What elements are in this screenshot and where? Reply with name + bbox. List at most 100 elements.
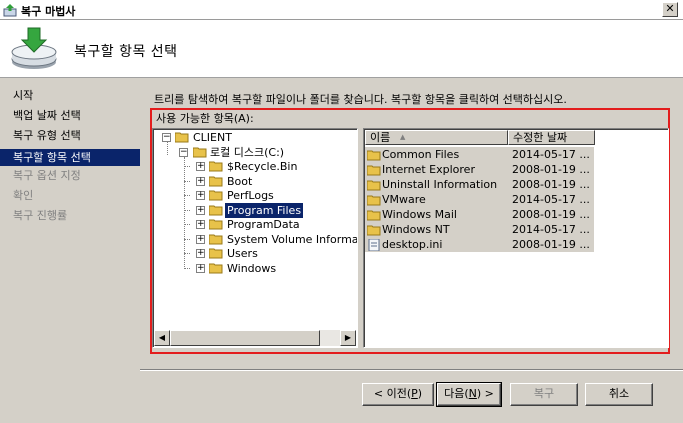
back-suffix: ): [417, 387, 423, 400]
title-bar: 복구 마법사 ✕: [0, 0, 683, 20]
column-header-date[interactable]: 수정한 날짜: [508, 130, 595, 145]
next-shortcut: N: [468, 387, 477, 400]
expand-icon[interactable]: +: [196, 264, 205, 273]
tree-label: Boot: [227, 175, 253, 188]
expand-icon[interactable]: +: [196, 177, 205, 186]
step-recovery-options: 복구 옵션 지정: [13, 169, 81, 182]
next-button[interactable]: 다음(N) >: [436, 382, 502, 407]
expand-icon[interactable]: +: [196, 235, 205, 244]
step-start: 시작: [13, 89, 34, 102]
scroll-left-button[interactable]: ◀: [154, 330, 170, 346]
step-confirmation: 확인: [13, 189, 34, 202]
folder-icon: [367, 195, 381, 206]
folder-icon: [209, 190, 223, 201]
tree-node-perflogs[interactable]: + PerfLogs: [153, 188, 357, 203]
folder-tree[interactable]: − CLIENT − 로컬 디스크(C:) + $Recycle.Bin + B…: [152, 128, 358, 348]
expand-icon[interactable]: +: [196, 220, 205, 229]
list-item[interactable]: Internet Explorer 2008-01-19 ...: [365, 162, 594, 177]
back-button[interactable]: < 이전(P): [362, 383, 434, 406]
column-header-name[interactable]: 이름 ▲: [365, 130, 508, 145]
tree-label: $Recycle.Bin: [227, 160, 298, 173]
expand-icon[interactable]: +: [196, 249, 205, 258]
tree-label: System Volume Informat: [227, 233, 358, 246]
tree-node-recycle-bin[interactable]: + $Recycle.Bin: [153, 159, 357, 174]
tree-node-programdata[interactable]: + ProgramData: [153, 217, 357, 232]
back-text: < 이전(: [373, 387, 412, 400]
item-name: Windows NT: [382, 223, 450, 236]
wizard-header: 복구할 항목 선택: [0, 20, 683, 78]
list-item[interactable]: VMware 2014-05-17 ...: [365, 192, 594, 207]
folder-icon: [209, 263, 223, 274]
tree-node-boot[interactable]: + Boot: [153, 174, 357, 189]
list-item[interactable]: Windows Mail 2008-01-19 ...: [365, 207, 594, 222]
folder-icon: [367, 225, 381, 236]
folder-icon: [193, 147, 207, 158]
scroll-thumb[interactable]: [170, 330, 320, 346]
available-items-label: 사용 가능한 항목(A):: [156, 112, 254, 125]
step-select-items: 복구할 항목 선택: [0, 149, 140, 166]
folder-icon: [209, 219, 223, 230]
tree-node-client[interactable]: − CLIENT: [153, 130, 353, 145]
main-content: 트리를 탐색하여 복구할 파일이나 폴더를 찾습니다. 복구할 항목을 클릭하여…: [140, 79, 683, 423]
item-date: 2008-01-19 ...: [512, 208, 590, 221]
column-name-label: 이름: [370, 131, 391, 144]
tree-horizontal-scrollbar[interactable]: ◀ ▶: [154, 330, 356, 346]
expand-icon[interactable]: +: [196, 191, 205, 200]
tree-node-system-volume-information[interactable]: + System Volume Informat: [153, 232, 358, 247]
next-suffix: ) >: [476, 387, 494, 400]
cancel-button[interactable]: 취소: [585, 383, 653, 406]
list-item[interactable]: Uninstall Information 2008-01-19 ...: [365, 177, 594, 192]
collapse-icon[interactable]: −: [162, 133, 171, 142]
step-recovery-progress: 복구 진행률: [13, 209, 68, 222]
folder-icon: [367, 210, 381, 221]
list-item[interactable]: Common Files 2014-05-17 ...: [365, 147, 594, 162]
step-select-recovery-type: 복구 유형 선택: [13, 129, 81, 142]
column-date-label: 수정한 날짜: [513, 131, 568, 144]
folder-icon: [209, 205, 223, 216]
item-date: 2014-05-17 ...: [512, 148, 590, 161]
item-name: VMware: [382, 193, 426, 206]
back-shortcut: P: [411, 387, 418, 400]
tree-label: Users: [227, 247, 258, 260]
folder-icon: [175, 132, 189, 143]
tree-node-drive-c[interactable]: − 로컬 디스크(C:): [153, 145, 353, 160]
sort-ascending-icon: ▲: [400, 133, 406, 141]
collapse-icon[interactable]: −: [179, 148, 188, 157]
recover-button[interactable]: 복구: [510, 383, 578, 406]
tree-label-selected: Program Files: [225, 203, 304, 218]
item-name: Common Files: [382, 148, 460, 161]
item-date: 2014-05-17 ...: [512, 223, 590, 236]
item-name: desktop.ini: [382, 238, 443, 251]
window-title: 복구 마법사: [21, 5, 76, 18]
folder-icon: [367, 165, 381, 176]
step-select-backup-date: 백업 날짜 선택: [13, 109, 81, 122]
list-item[interactable]: Windows NT 2014-05-17 ...: [365, 222, 594, 237]
scroll-right-button[interactable]: ▶: [340, 330, 356, 346]
close-button[interactable]: ✕: [662, 2, 678, 17]
wizard-steps-sidebar: 시작 백업 날짜 선택 복구 유형 선택 복구할 항목 선택 복구 옵션 지정 …: [0, 79, 140, 423]
tree-label: 로컬 디스크(C:): [210, 146, 285, 159]
item-date: 2014-05-17 ...: [512, 193, 590, 206]
items-list[interactable]: 이름 ▲ 수정한 날짜 Common Files 2014-05-17 ... …: [363, 128, 669, 348]
item-name: Internet Explorer: [382, 163, 475, 176]
tree-node-program-files[interactable]: + Program Files: [153, 203, 357, 218]
instruction-text: 트리를 탐색하여 복구할 파일이나 폴더를 찾습니다. 복구할 항목을 클릭하여…: [154, 93, 567, 106]
tree-label: ProgramData: [227, 218, 300, 231]
expand-icon[interactable]: +: [196, 162, 205, 171]
item-date: 2008-01-19 ...: [512, 163, 590, 176]
folder-icon: [209, 234, 223, 245]
folder-icon: [209, 161, 223, 172]
folder-icon: [367, 180, 381, 191]
item-date: 2008-01-19 ...: [512, 178, 590, 191]
tree-node-users[interactable]: + Users: [153, 246, 357, 261]
folder-icon: [367, 150, 381, 161]
item-name: Windows Mail: [382, 208, 457, 221]
expand-icon[interactable]: +: [196, 206, 205, 215]
tree-label: PerfLogs: [227, 189, 274, 202]
item-date: 2008-01-19 ...: [512, 238, 590, 251]
tree-label: CLIENT: [193, 131, 232, 144]
list-item[interactable]: desktop.ini 2008-01-19 ...: [365, 237, 594, 252]
next-text: 다음(: [444, 387, 469, 400]
tree-label: Windows: [227, 262, 277, 275]
tree-node-windows[interactable]: + Windows: [153, 261, 357, 276]
